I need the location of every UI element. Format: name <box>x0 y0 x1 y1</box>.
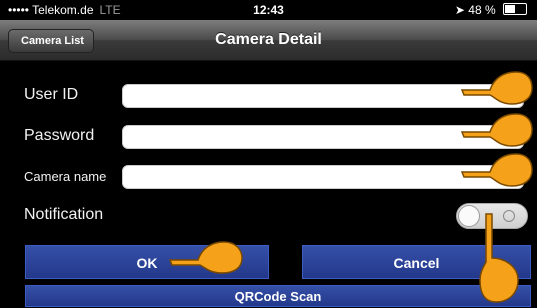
status-bar: ••••• Telekom.de LTE 12:43 ➤ 48 % <box>0 0 537 20</box>
notification-label: Notification <box>24 206 104 223</box>
battery-label: 48 % <box>468 3 496 17</box>
toggle-knob <box>458 205 480 227</box>
page-title: Camera Detail <box>215 31 322 48</box>
qrcode-scan-button[interactable]: QRCode Scan <box>25 285 531 307</box>
password-label: Password <box>24 127 95 144</box>
battery-fill <box>505 5 515 13</box>
pointing-hand-icon <box>460 113 533 147</box>
pointing-hand-icon <box>460 71 533 105</box>
pointing-hand-icon <box>479 213 519 303</box>
navigation-bar: Camera List Camera Detail <box>0 20 537 61</box>
battery-icon <box>503 3 527 15</box>
pointing-hand-icon <box>168 241 243 274</box>
user-id-label: User ID <box>24 86 79 103</box>
location-icon: ➤ <box>454 3 465 17</box>
camera-name-label: Camera name <box>24 169 107 184</box>
pointing-hand-icon <box>460 153 533 187</box>
